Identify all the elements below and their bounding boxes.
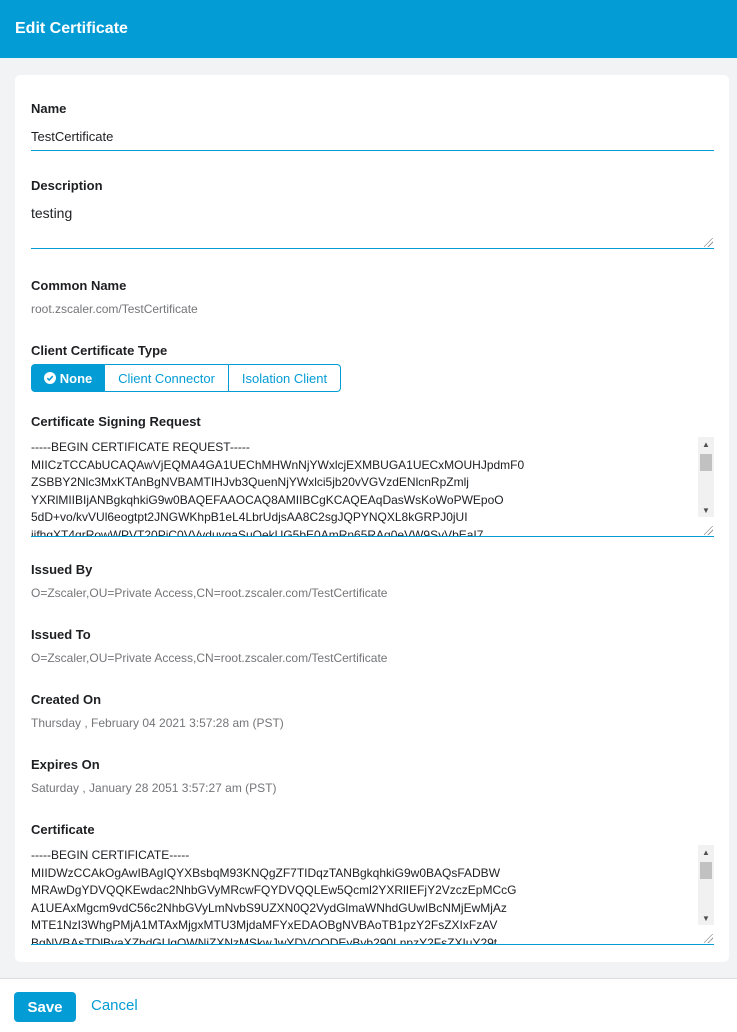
dialog-title: Edit Certificate [15,20,128,37]
common-name-value: root.zscaler.com/TestCertificate [31,302,198,316]
certificate-label: Certificate [31,822,95,837]
client-cert-type-segmented-control: None Client Connector Isolation Client [31,364,714,392]
csr-text: -----BEGIN CERTIFICATE REQUEST----- MIIC… [31,437,693,537]
csr-field-group: Certificate Signing Request -----BEGIN C… [31,414,714,537]
csr-label: Certificate Signing Request [31,414,201,429]
certificate-line: MTE1NzI3WhgPMjA1MTAxMjgxMTU3MjdaMFYxEDAO… [31,918,498,933]
client-cert-type-isolation-client-button[interactable]: Isolation Client [229,364,341,392]
scrollbar-thumb[interactable] [700,862,712,879]
description-field-group: Description testing [31,178,714,249]
scroll-up-arrow-icon[interactable]: ▲ [698,845,714,859]
form-card: Name Description testing Common Name roo… [15,75,729,962]
csr-textarea[interactable]: -----BEGIN CERTIFICATE REQUEST----- MIIC… [31,437,714,537]
client-cert-type-none-button[interactable]: None [31,364,105,392]
certificate-textarea[interactable]: -----BEGIN CERTIFICATE----- MIIDWzCCAkOg… [31,845,714,945]
issued-to-group: Issued To O=Zscaler,OU=Private Access,CN… [31,627,714,665]
scroll-up-arrow-icon[interactable]: ▲ [698,437,714,451]
certificate-line: -----BEGIN CERTIFICATE----- [31,848,190,862]
csr-scrollbar[interactable]: ▲ ▼ [698,437,714,517]
issued-to-value: O=Zscaler,OU=Private Access,CN=root.zsca… [31,651,388,665]
resize-handle-icon[interactable] [704,238,713,247]
certificate-scrollbar[interactable]: ▲ ▼ [698,845,714,925]
client-cert-type-client-connector-label: Client Connector [118,370,215,386]
issued-by-value: O=Zscaler,OU=Private Access,CN=root.zsca… [31,586,388,600]
client-cert-type-isolation-client-label: Isolation Client [241,370,328,386]
issued-by-label: Issued By [31,562,93,577]
certificate-line: MIIDWzCCAkOgAwIBAgIQYXBsbqM93KNQgZF7TIDq… [31,865,501,880]
description-label: Description [31,178,103,193]
cancel-link[interactable]: Cancel [91,997,138,1014]
resize-handle-icon[interactable] [704,526,713,535]
dialog-footer: Save Cancel [0,978,737,1032]
description-value: testing [31,205,73,221]
expires-on-group: Expires On Saturday , January 28 2051 3:… [31,757,714,795]
client-cert-type-group: Client Certificate Type None Client Conn… [31,343,714,392]
certificate-line: BgNVBAsTDlByaXZhdGUgQWNjZXNzMSkwJwYDVQQD… [31,935,498,945]
issued-to-label: Issued To [31,627,91,642]
issued-by-group: Issued By O=Zscaler,OU=Private Access,CN… [31,562,714,600]
certificate-line: MRAwDgYDVQQKEwdac2NhbGVyMRcwFQYDVQQLEw5Q… [31,883,517,898]
description-textarea[interactable]: testing [31,201,714,249]
scroll-down-arrow-icon[interactable]: ▼ [698,911,714,925]
dialog-header: Edit Certificate [0,0,737,58]
created-on-label: Created On [31,692,102,707]
common-name-label: Common Name [31,278,127,293]
save-button[interactable]: Save [14,992,76,1022]
common-name-group: Common Name root.zscaler.com/TestCertifi… [31,278,714,316]
client-cert-type-label: Client Certificate Type [31,343,168,358]
csr-line: ijfhgXT4qrRowWPVT20PiC0VVyduvgaSuOekUG5b… [31,527,484,537]
scroll-down-arrow-icon[interactable]: ▼ [698,503,714,517]
expires-on-value: Saturday , January 28 2051 3:57:27 am (P… [31,781,277,795]
csr-line: MIICzTCCAbUCAQAwVjEQMA4GA1UEChMHWnNjYWxl… [31,457,525,472]
created-on-group: Created On Thursday , February 04 2021 3… [31,692,714,730]
csr-line: YXRlMIIBIjANBgkqhkiG9w0BAQEFAAOCAQ8AMIIB… [31,492,504,507]
csr-line: -----BEGIN CERTIFICATE REQUEST----- [31,440,250,454]
check-circle-icon [43,372,56,384]
name-input[interactable] [31,123,714,151]
csr-line: 5dD+vo/kvVUl6eogtpt2JNGWKhpB1eL4LbrUdjsA… [31,510,468,525]
certificate-text: -----BEGIN CERTIFICATE----- MIIDWzCCAkOg… [31,845,693,945]
created-on-value: Thursday , February 04 2021 3:57:28 am (… [31,716,284,730]
name-field-group: Name [31,101,714,151]
scrollbar-thumb[interactable] [700,454,712,471]
client-cert-type-client-connector-button[interactable]: Client Connector [105,364,229,392]
certificate-field-group: Certificate -----BEGIN CERTIFICATE----- … [31,822,714,945]
name-label: Name [31,101,67,116]
csr-line: ZSBBY2Nlc3MxKTAnBgNVBAMTIHJvb3QuenNjYWxl… [31,475,469,490]
expires-on-label: Expires On [31,757,100,772]
resize-handle-icon[interactable] [704,934,713,943]
client-cert-type-none-label: None [59,370,93,386]
certificate-line: A1UEAxMgcm9vdC56c2NhbGVyLmNvbS9UZXN0Q2Vy… [31,900,507,915]
